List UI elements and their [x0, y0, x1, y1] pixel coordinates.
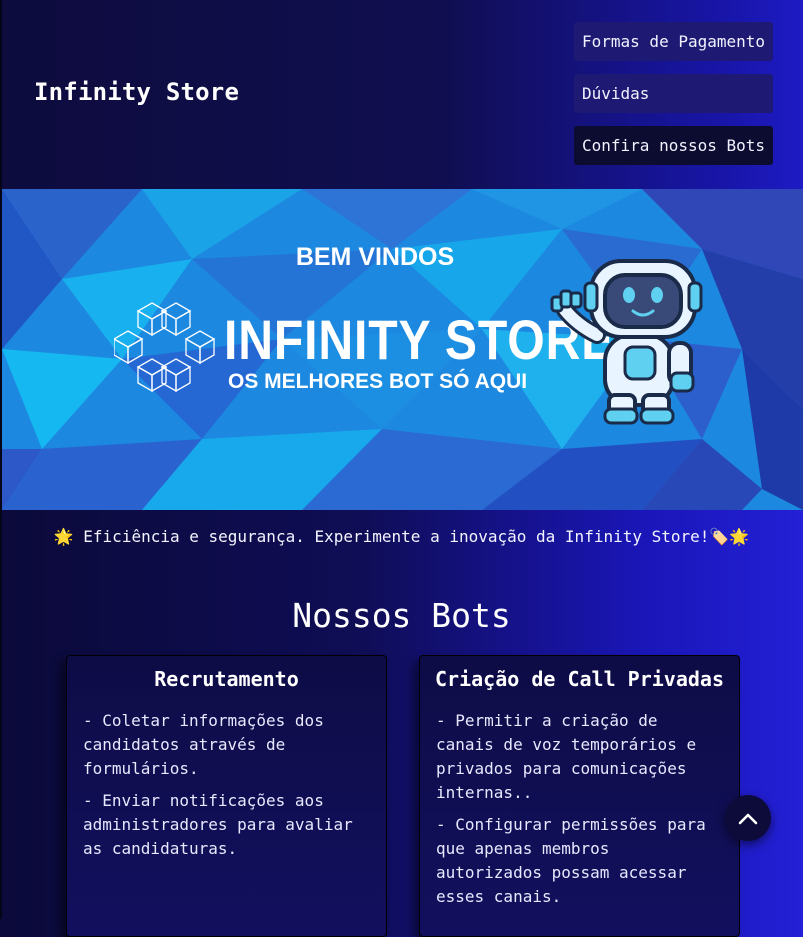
brand-title: Infinity Store	[34, 78, 240, 106]
site-header: Infinity Store Formas de Pagamento Dúvid…	[2, 0, 803, 189]
star-emoji-icon: 🌟	[53, 527, 74, 546]
tag-star-emoji-icon: 🏷️🌟	[709, 527, 750, 546]
cube-cluster-icon	[114, 302, 216, 393]
tagline-text: Eficiência e segurança. Experimente a in…	[83, 527, 710, 546]
scroll-to-top-button[interactable]	[725, 795, 771, 841]
robot-mascot-icon	[550, 259, 703, 425]
bot-feature: - Configurar permissões para que apenas …	[436, 815, 706, 906]
bot-feature: - Coletar informações dos candidatos atr…	[83, 711, 324, 778]
bot-feature: - Permitir a criação de canais de voz te…	[436, 711, 697, 802]
tagline: 🌟 Eficiência e segurança. Experimente a …	[0, 527, 803, 546]
section-title: Nossos Bots	[292, 596, 511, 635]
bot-card-title: Criação de Call Privadas	[435, 667, 724, 691]
banner-subtitle: OS MELHORES BOT SÓ AQUI	[228, 370, 528, 393]
nav-payment-methods[interactable]: Formas de Pagamento	[574, 22, 773, 61]
bot-card-title: Recrutamento	[154, 667, 299, 691]
hero-banner: BEM VINDOS INFINITY STORE OS MELHORES BO…	[2, 189, 803, 510]
bot-card-recruitment: Recrutamento - Coletar informações dos c…	[66, 655, 387, 937]
chevron-up-icon	[738, 813, 758, 825]
bot-feature: - Enviar notificações aos administradore…	[83, 791, 353, 858]
bot-card-private-calls: Criação de Call Privadas - Permitir a cr…	[419, 655, 740, 937]
main-nav: Formas de Pagamento Dúvidas Confira noss…	[574, 22, 773, 178]
nav-our-bots[interactable]: Confira nossos Bots	[574, 126, 773, 165]
nav-faq[interactable]: Dúvidas	[574, 74, 773, 113]
